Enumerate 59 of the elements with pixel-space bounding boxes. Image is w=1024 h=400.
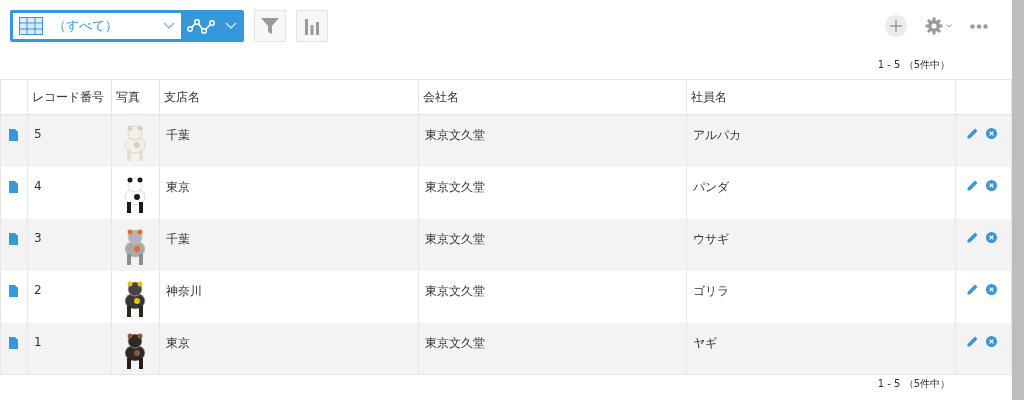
scrollbar[interactable] — [1012, 0, 1024, 400]
table-cell: アルパカ — [686, 114, 956, 167]
document-icon[interactable] — [9, 129, 18, 141]
add-button[interactable] — [885, 15, 907, 37]
view-dropdown[interactable]: （すべて） — [13, 13, 181, 39]
chevron-down-icon — [163, 22, 175, 30]
delete-icon[interactable] — [986, 335, 997, 347]
table-cell: 東京文久堂 — [418, 114, 687, 167]
table-cell: 4 — [27, 166, 112, 219]
document-icon[interactable] — [9, 232, 18, 245]
column-header: 写真 — [111, 79, 160, 115]
plus-icon — [890, 20, 902, 32]
document-icon[interactable] — [9, 284, 18, 297]
filter-button[interactable] — [254, 10, 286, 42]
column-header: 支店名 — [159, 79, 419, 115]
line-graph-icon — [187, 17, 217, 35]
delete-icon[interactable] — [986, 128, 997, 139]
table-cell: ウサギ — [686, 218, 956, 271]
pencil-icon[interactable] — [967, 283, 978, 295]
table-cell: ゴリラ — [686, 270, 956, 323]
pencil-icon[interactable] — [967, 231, 978, 243]
table-cell: 東京文久堂 — [418, 270, 687, 323]
bar-chart-icon — [304, 17, 320, 35]
table-cell: 東京文久堂 — [418, 166, 687, 219]
filter-icon — [260, 16, 280, 36]
chart-button[interactable] — [296, 10, 328, 42]
settings-icon — [925, 17, 943, 35]
record-count: 1 - 5 （5件中） — [877, 377, 950, 391]
table-cell: 千葉 — [159, 218, 419, 271]
caret-icon — [946, 24, 952, 28]
delete-icon[interactable] — [986, 283, 997, 295]
table-cell: 東京 — [159, 322, 419, 375]
column-header: 会社名 — [418, 79, 687, 115]
table-cell: 東京文久堂 — [418, 218, 687, 271]
table-cell: 3 — [27, 218, 112, 271]
more-button[interactable] — [970, 23, 988, 29]
table-cell: パンダ — [686, 166, 956, 219]
table-icon — [19, 17, 43, 35]
chevron-down-icon — [225, 22, 237, 30]
table-cell: ヤギ — [686, 322, 956, 375]
delete-icon[interactable] — [986, 231, 997, 243]
table-cell: 5 — [27, 114, 112, 167]
table-cell: 東京 — [159, 166, 419, 219]
document-icon[interactable] — [9, 336, 18, 349]
delete-icon[interactable] — [986, 179, 997, 191]
table-cell: 2 — [27, 270, 112, 323]
more-icon — [970, 23, 988, 29]
table-cell: 東京文久堂 — [418, 322, 687, 375]
pencil-icon[interactable] — [967, 179, 978, 191]
table-cell: 千葉 — [159, 114, 419, 167]
pencil-icon[interactable] — [967, 128, 978, 139]
document-icon[interactable] — [9, 180, 18, 193]
column-header: 社員名 — [686, 79, 956, 115]
table-cell: 1 — [27, 322, 112, 375]
column-header: レコード番号 — [27, 79, 112, 115]
pencil-icon[interactable] — [967, 335, 978, 347]
table-cell: 神奈川 — [159, 270, 419, 323]
record-count: 1 - 5 （5件中） — [877, 58, 950, 72]
settings-button[interactable] — [925, 17, 952, 35]
